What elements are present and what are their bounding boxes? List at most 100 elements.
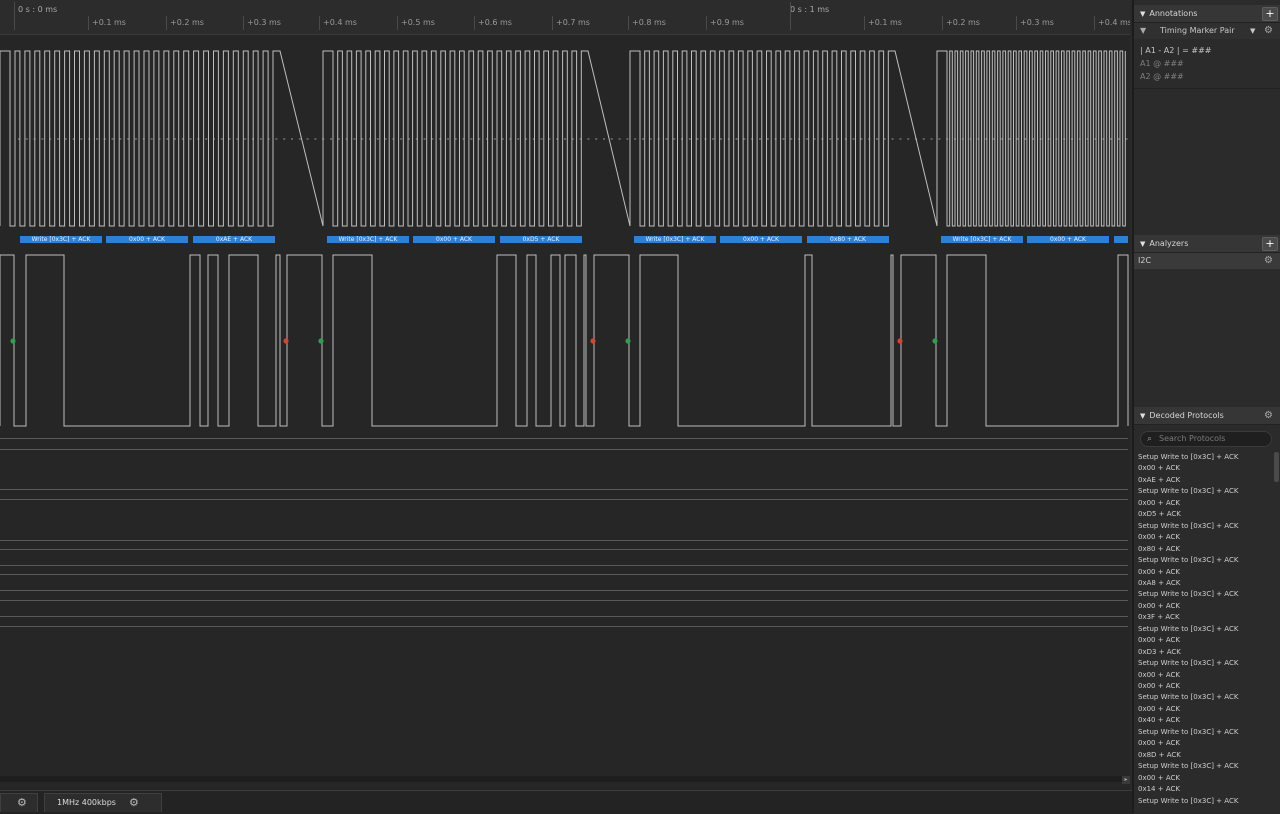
list-item[interactable]: 0x00 + ACK	[1138, 681, 1274, 692]
list-item[interactable]: Setup Write to [0x3C] + ACK	[1138, 796, 1274, 807]
collapse-triangle-icon[interactable]: ▼	[1140, 6, 1145, 23]
stop-condition-marker	[897, 338, 903, 344]
channel-divider	[0, 499, 1128, 500]
analyzers-header[interactable]: ▼ Analyzers +	[1134, 235, 1280, 253]
protocol-bubble[interactable]: Write [0x3C] + ACK	[327, 236, 409, 243]
list-item[interactable]: 0x8D + ACK	[1138, 750, 1274, 761]
stop-condition-marker	[590, 338, 596, 344]
gear-icon[interactable]: ⚙	[1262, 409, 1275, 422]
gear-icon[interactable]: ⚙	[1262, 254, 1275, 267]
horizontal-scrollbar[interactable]	[0, 776, 1122, 782]
timing-marker-row[interactable]: ▼ Timing Marker Pair ▼ ⚙	[1134, 23, 1280, 39]
gear-icon[interactable]: ⚙	[1262, 24, 1275, 37]
list-item[interactable]: 0x00 + ACK	[1138, 704, 1274, 715]
protocol-bubble[interactable]: Write [0x3C] + ACK	[20, 236, 102, 243]
list-item[interactable]: 0x3F + ACK	[1138, 612, 1274, 623]
channel-divider	[0, 590, 1128, 591]
list-item[interactable]: 0x00 + ACK	[1138, 601, 1274, 612]
list-item[interactable]: Setup Write to [0x3C] + ACK	[1138, 692, 1274, 703]
sample-rate-tab[interactable]: 1MHz 400kbps ⚙	[44, 793, 162, 812]
protocol-bubble[interactable]: Write [0x3C] + ACK	[634, 236, 716, 243]
list-item[interactable]: Setup Write to [0x3C] + ACK	[1138, 589, 1274, 600]
list-item[interactable]: Setup Write to [0x3C] + ACK	[1138, 555, 1274, 566]
panel-divider	[1134, 88, 1280, 89]
list-item[interactable]: 0xD3 + ACK	[1138, 647, 1274, 658]
start-condition-marker	[625, 338, 631, 344]
list-item[interactable]: Setup Write to [0x3C] + ACK	[1138, 452, 1274, 463]
protocol-bubble[interactable]: 0x00 + ACK	[720, 236, 802, 243]
channel-divider	[0, 449, 1128, 450]
bottom-bar: ⚙ 1MHz 400kbps ⚙	[0, 790, 1132, 814]
add-analyzer-button[interactable]: +	[1262, 237, 1278, 251]
chevron-down-icon[interactable]: ▼	[1250, 23, 1255, 39]
channel-divider	[0, 574, 1128, 575]
add-annotation-button[interactable]: +	[1262, 7, 1278, 21]
list-item[interactable]: 0xA8 + ACK	[1138, 578, 1274, 589]
protocol-bubble[interactable]: 0xD5 + ACK	[500, 236, 582, 243]
list-item[interactable]: 0xD5 + ACK	[1138, 509, 1274, 520]
channel-divider	[0, 438, 1128, 439]
protocol-bubble[interactable]: 0x00 + ACK	[106, 236, 188, 243]
annotations-header[interactable]: ▼ Annotations +	[1134, 5, 1280, 23]
analyzer-item-i2c[interactable]: I2C ⚙	[1134, 253, 1280, 269]
list-item[interactable]: 0x00 + ACK	[1138, 567, 1274, 578]
start-condition-marker	[932, 338, 938, 344]
start-condition-marker	[10, 338, 16, 344]
protocol-bubble[interactable]: 0x00 + ACK	[1027, 236, 1109, 243]
list-item[interactable]: Setup Write to [0x3C] + ACK	[1138, 761, 1274, 772]
list-item[interactable]: Setup Write to [0x3C] + ACK	[1138, 658, 1274, 669]
channel-divider	[0, 626, 1128, 627]
analyzers-title: Analyzers	[1149, 239, 1189, 248]
marker-a2: A2 @ ###	[1140, 72, 1184, 81]
sample-rate-label: 1MHz 400kbps	[57, 798, 116, 807]
channel-divider	[0, 565, 1128, 566]
timing-marker-label: Timing Marker Pair	[1160, 26, 1235, 35]
channel-divider	[0, 616, 1128, 617]
annotations-title: Annotations	[1149, 9, 1198, 18]
collapse-triangle-icon[interactable]: ▼	[1140, 408, 1145, 425]
list-item[interactable]: 0x40 + ACK	[1138, 715, 1274, 726]
waveform-canvas[interactable]: 0 s : 0 ms 0 s : 1 ms +0.1 ms +0.2 ms +0.3…	[0, 0, 1130, 790]
gear-icon[interactable]: ⚙	[17, 794, 27, 812]
scroll-right-icon[interactable]: ▸	[1122, 776, 1130, 784]
channel-divider	[0, 549, 1128, 550]
list-scrollbar[interactable]	[1274, 452, 1279, 482]
start-condition-marker	[318, 338, 324, 344]
channel-divider	[0, 489, 1128, 490]
list-item[interactable]: 0x00 + ACK	[1138, 463, 1274, 474]
search-icon: ⌕	[1147, 434, 1153, 444]
channel-divider	[0, 600, 1128, 601]
protocol-bubble[interactable]: 0x80 + ACK	[807, 236, 889, 243]
list-item[interactable]: 0x00 + ACK	[1138, 738, 1274, 749]
list-item[interactable]: 0x00 + ACK	[1138, 635, 1274, 646]
list-item[interactable]: 0x14 + ACK	[1138, 784, 1274, 795]
decoded-protocols-title: Decoded Protocols	[1149, 411, 1224, 420]
list-item[interactable]: 0x00 + ACK	[1138, 773, 1274, 784]
channel-divider	[0, 540, 1128, 541]
marker-a1: A1 @ ###	[1140, 59, 1184, 68]
list-item[interactable]: 0x00 + ACK	[1138, 498, 1274, 509]
list-item[interactable]: 0x80 + ACK	[1138, 544, 1274, 555]
gear-icon[interactable]: ⚙	[129, 794, 139, 812]
protocol-bubble[interactable]: Write [0x3C] + ACK	[941, 236, 1023, 243]
marker-pin-icon: ▼	[1140, 26, 1147, 35]
list-item[interactable]: 0x00 + ACK	[1138, 670, 1274, 681]
list-item[interactable]: 0xAE + ACK	[1138, 475, 1274, 486]
waveform-svg	[0, 50, 1129, 427]
list-item[interactable]: Setup Write to [0x3C] + ACK	[1138, 486, 1274, 497]
list-item[interactable]: Setup Write to [0x3C] + ACK	[1138, 624, 1274, 635]
list-item[interactable]: Setup Write to [0x3C] + ACK	[1138, 727, 1274, 738]
device-settings-tab[interactable]: ⚙	[0, 793, 38, 812]
decoded-protocols-list[interactable]: Setup Write to [0x3C] + ACK 0x00 + ACK 0xA…	[1134, 452, 1280, 813]
protocol-bubble[interactable]: 0xAE + ACK	[193, 236, 275, 243]
list-item[interactable]: Setup Write to [0x3C] + ACK	[1138, 521, 1274, 532]
stop-condition-marker	[283, 338, 289, 344]
protocol-bubble[interactable]	[1114, 236, 1128, 243]
decoded-protocols-header[interactable]: ▼ Decoded Protocols ⚙	[1134, 407, 1280, 425]
sda-waveform	[0, 254, 1129, 427]
collapse-triangle-icon[interactable]: ▼	[1140, 236, 1145, 253]
analyzer-label: I2C	[1138, 256, 1152, 265]
list-item[interactable]: 0x00 + ACK	[1138, 532, 1274, 543]
protocol-bubble[interactable]: 0x00 + ACK	[413, 236, 495, 243]
search-protocols-input[interactable]: ⌕ Search Protocols	[1140, 431, 1272, 447]
